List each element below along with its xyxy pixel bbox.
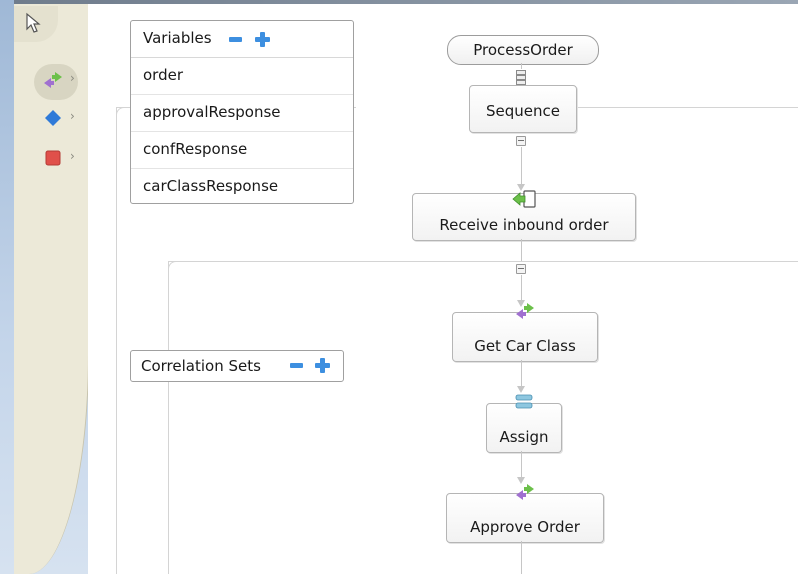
- palette-item-fault[interactable]: ›: [36, 146, 86, 170]
- chevron-right-icon: ›: [70, 109, 75, 123]
- connector: [521, 63, 522, 69]
- correlation-sets-title: Correlation Sets: [141, 357, 261, 375]
- inner-container-corner: [168, 261, 179, 272]
- selection-arrow-icon: [26, 12, 41, 33]
- variable-item[interactable]: approvalResponse: [131, 95, 353, 132]
- connector: [521, 239, 522, 261]
- variables-title: Variables: [143, 29, 212, 47]
- correlation-sets-panel: Correlation Sets: [130, 350, 344, 382]
- assign-node[interactable]: Assign: [486, 394, 562, 453]
- invoke-icon: [516, 303, 534, 319]
- variable-item[interactable]: confResponse: [131, 132, 353, 169]
- assign-label: Assign: [499, 428, 549, 446]
- connector-arrow: [517, 386, 525, 393]
- add-variable-button[interactable]: [255, 32, 270, 47]
- assign-icon: [515, 394, 533, 409]
- connector: [521, 147, 522, 187]
- process-name-node[interactable]: ProcessOrder: [447, 35, 599, 65]
- approve-order-label: Approve Order: [470, 518, 580, 536]
- sequence-label: Sequence: [486, 102, 560, 120]
- process-canvas[interactable]: Variables order approvalResponse confRes…: [88, 4, 798, 574]
- sequence-node[interactable]: Sequence: [469, 85, 577, 133]
- structured-activity-icon: [45, 110, 61, 126]
- connector: [521, 275, 522, 303]
- variable-item[interactable]: carClassResponse: [131, 169, 353, 205]
- sequence-collapse-icon[interactable]: [516, 70, 526, 85]
- remove-correlation-set-button[interactable]: [290, 363, 303, 368]
- chevron-right-icon: ›: [70, 71, 75, 85]
- palette-item-structured[interactable]: ›: [36, 106, 86, 130]
- variables-header: Variables: [131, 21, 353, 58]
- sequence-collapse-toggle[interactable]: [516, 136, 526, 146]
- get-car-class-node[interactable]: Get Car Class: [452, 303, 598, 362]
- sequence-container-left: [116, 107, 117, 574]
- remove-variable-button[interactable]: [229, 37, 242, 42]
- fault-activity-icon: [45, 150, 61, 166]
- connector: [521, 541, 522, 574]
- receive-icon: [512, 190, 536, 208]
- variable-item[interactable]: order: [131, 58, 353, 95]
- variables-panel: Variables order approvalResponse confRes…: [130, 20, 354, 204]
- invoke-icon: [44, 72, 62, 88]
- receive-label: Receive inbound order: [439, 216, 609, 234]
- receive-node[interactable]: Receive inbound order: [412, 190, 636, 241]
- add-correlation-set-button[interactable]: [315, 358, 330, 373]
- chevron-right-icon: ›: [70, 149, 75, 163]
- sequence-container-corner: [116, 107, 127, 118]
- approve-order-node[interactable]: Approve Order: [446, 484, 604, 543]
- inner-container-top: [168, 261, 798, 262]
- get-car-class-label: Get Car Class: [474, 337, 576, 355]
- invoke-icon: [516, 484, 534, 500]
- sequence-container-top-right: [575, 107, 798, 108]
- palette-selection-tool[interactable]: [14, 6, 58, 42]
- inner-collapse-toggle[interactable]: [516, 264, 526, 274]
- inner-container-left: [168, 261, 169, 574]
- palette-item-invoke[interactable]: ›: [36, 68, 86, 92]
